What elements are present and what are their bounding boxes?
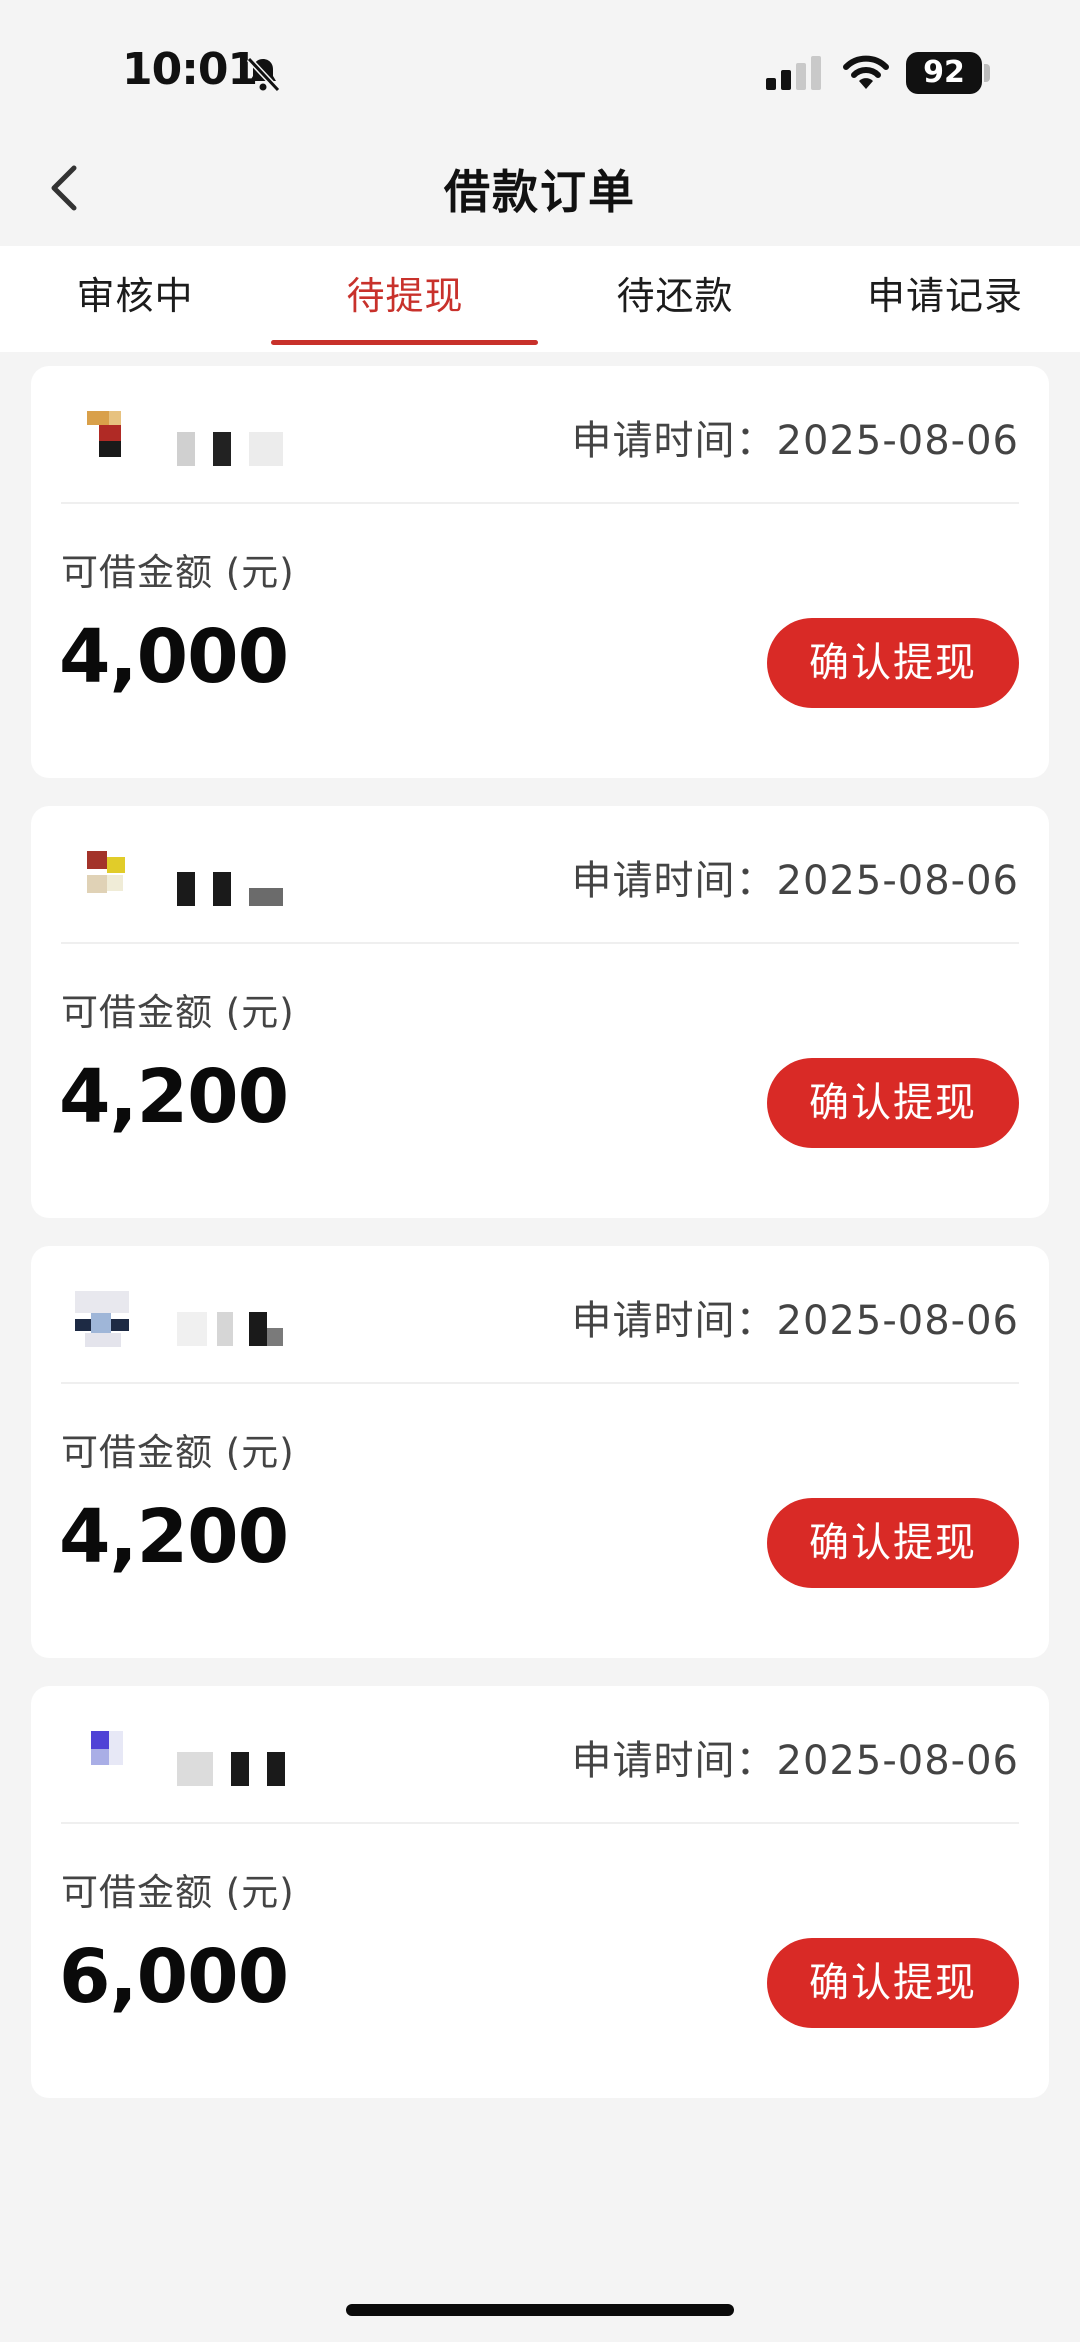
cellular-signal-icon	[766, 56, 821, 90]
lender-logo	[75, 1291, 175, 1347]
wifi-icon	[843, 55, 889, 89]
confirm-withdraw-button[interactable]: 确认提现	[767, 618, 1019, 708]
battery-cap	[984, 64, 990, 82]
divider	[61, 1382, 1019, 1384]
lender-logo	[87, 851, 131, 907]
page-title: 借款订单	[444, 165, 636, 219]
lender-name-redacted	[177, 1312, 287, 1346]
tab-bar: 审核中 待提现 待还款 申请记录	[0, 246, 1080, 352]
order-card: 申请时间：2025-08-06 可借金额 (元) 6,000 确认提现	[31, 1686, 1049, 2098]
order-card: 申请时间：2025-08-06 可借金额 (元) 4,200 确认提现	[31, 1246, 1049, 1658]
amount-label: 可借金额 (元)	[61, 1431, 295, 1474]
divider	[61, 502, 1019, 504]
tab-pending-repayment[interactable]: 待还款	[540, 246, 810, 352]
lender-name-redacted	[177, 872, 287, 906]
apply-time: 申请时间：2025-08-06	[571, 1298, 1019, 1344]
status-bar: 10:01 92	[0, 0, 1080, 130]
tab-pending-withdrawal[interactable]: 待提现	[270, 246, 540, 352]
loan-amount: 4,200	[59, 1494, 289, 1580]
order-list: 申请时间：2025-08-06 可借金额 (元) 4,000 确认提现 申请时间…	[31, 366, 1049, 2126]
battery-icon: 92	[906, 52, 982, 94]
confirm-withdraw-button[interactable]: 确认提现	[767, 1498, 1019, 1588]
divider	[61, 1822, 1019, 1824]
confirm-withdraw-button[interactable]: 确认提现	[767, 1938, 1019, 2028]
tab-under-review[interactable]: 审核中	[0, 246, 270, 352]
apply-time: 申请时间：2025-08-06	[571, 1738, 1019, 1784]
amount-label: 可借金额 (元)	[61, 1871, 295, 1914]
divider	[61, 942, 1019, 944]
bell-muted-icon	[246, 56, 281, 93]
confirm-withdraw-button[interactable]: 确认提现	[767, 1058, 1019, 1148]
order-card: 申请时间：2025-08-06 可借金额 (元) 4,200 确认提现	[31, 806, 1049, 1218]
order-card: 申请时间：2025-08-06 可借金额 (元) 4,000 确认提现	[31, 366, 1049, 778]
loan-amount: 4,000	[59, 614, 289, 700]
lender-logo	[87, 411, 131, 467]
loan-amount: 4,200	[59, 1054, 289, 1140]
active-tab-indicator	[271, 340, 538, 345]
apply-time: 申请时间：2025-08-06	[571, 418, 1019, 464]
nav-bar: 借款订单	[0, 130, 1080, 246]
amount-label: 可借金额 (元)	[61, 991, 295, 1034]
home-indicator[interactable]	[346, 2304, 734, 2316]
tab-application-records[interactable]: 申请记录	[810, 246, 1080, 352]
amount-label: 可借金额 (元)	[61, 551, 295, 594]
loan-amount: 6,000	[59, 1934, 289, 2020]
lender-logo	[87, 1731, 131, 1787]
lender-name-redacted	[177, 432, 287, 466]
apply-time: 申请时间：2025-08-06	[571, 858, 1019, 904]
lender-name-redacted	[177, 1752, 287, 1786]
status-time: 10:01	[122, 44, 258, 95]
